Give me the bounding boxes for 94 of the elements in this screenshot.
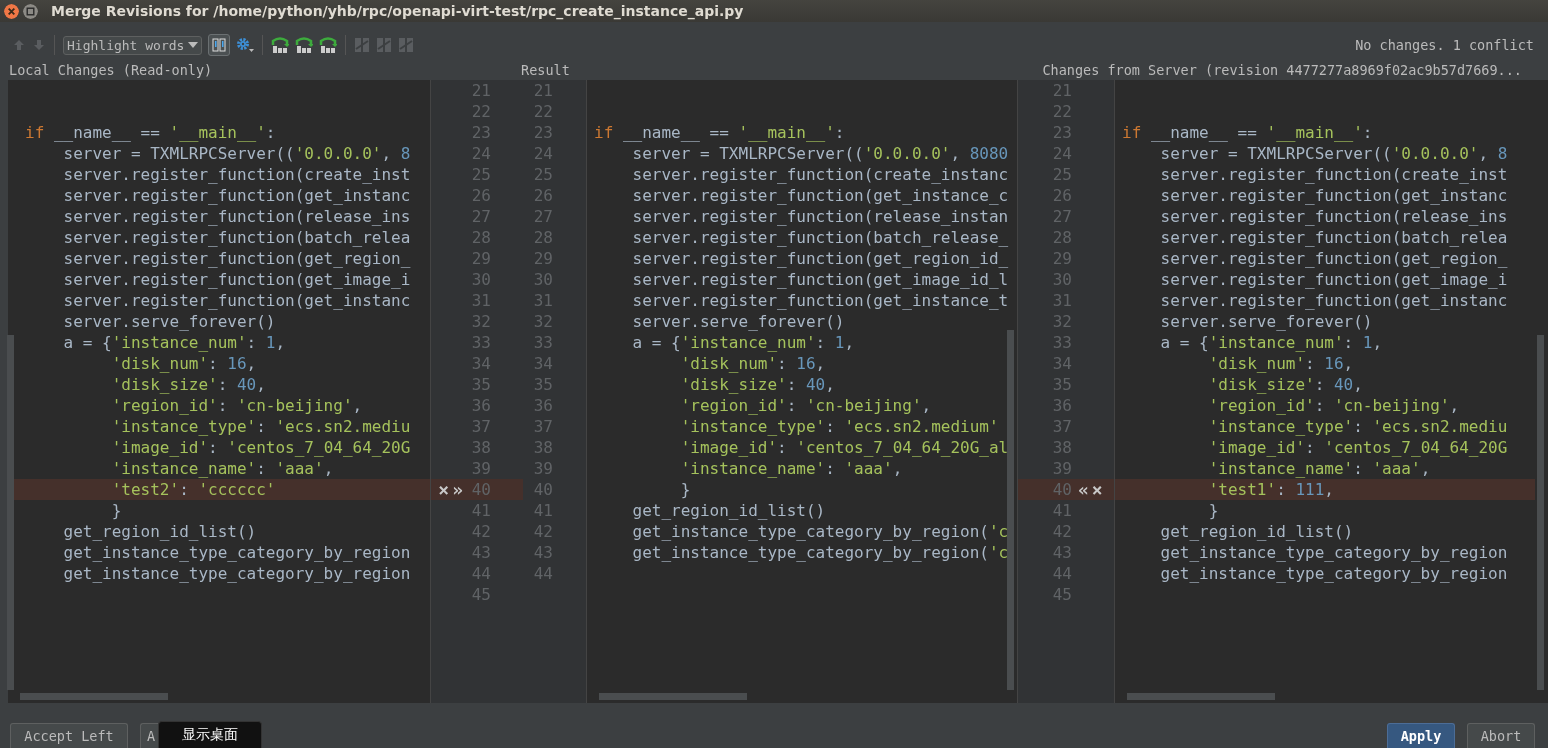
code-line: 'disk_num': 16, — [679, 353, 827, 374]
scrollbar-thumb[interactable] — [1127, 693, 1275, 700]
accept-changes-icon[interactable] — [295, 37, 314, 53]
code-line: server.register_function(get_instanc — [62, 290, 412, 311]
scrollbar-thumb[interactable] — [20, 693, 168, 700]
code-line: server.register_function(release_ins — [1159, 206, 1509, 227]
close-button[interactable] — [4, 3, 19, 19]
conflict-action[interactable]: » — [452, 480, 463, 499]
code-line: 'instance_type': 'ecs.sn2.mediu — [1207, 416, 1509, 437]
accept-button[interactable]: Accept Left — [10, 723, 128, 748]
code-line: server.register_function(get_image_i — [62, 269, 412, 290]
code-line: get_instance_type_category_by_region — [1159, 563, 1509, 584]
code-line: get_instance_type_category_by_region — [62, 542, 412, 563]
code-line: 'image_id': 'centos_7_04_64_20G — [1207, 437, 1509, 458]
code-line: server.register_function(release_ins — [62, 206, 412, 227]
code-line: server = TXMLRPCServer(('0.0.0.0', 8 — [1159, 143, 1509, 164]
scrollbar-thumb[interactable] — [1007, 330, 1014, 690]
code-line: server.register_function(batch_release_ — [631, 227, 1010, 248]
accept-button[interactable]: A — [140, 723, 160, 748]
code-line: get_region_id_list() — [631, 500, 827, 521]
code-line: get_instance_type_category_by_region — [1159, 542, 1509, 563]
accept-changes-icon[interactable] — [271, 37, 290, 53]
code-line: server.register_function(get_instanc — [1159, 185, 1509, 206]
settings-icon[interactable] — [236, 37, 255, 53]
code-line: if __name__ == '__main__': — [593, 122, 846, 143]
highlight-dropdown[interactable]: Highlight words — [63, 35, 203, 55]
code-line: 'instance_name': 'aaa', — [679, 458, 904, 479]
code-line: 'disk_num': 16, — [110, 353, 258, 374]
code-line: server.register_function(create_inst — [62, 164, 412, 185]
code-line: get_region_id_list() — [1159, 521, 1355, 542]
pane-header: Changes from Server (revision 4477277a8969f02ac9b57d7669... — [1042, 62, 1522, 78]
code-line: if __name__ == '__main__': — [24, 122, 277, 143]
code-line: a = {'instance_num': 1, — [1159, 332, 1384, 353]
pane-header: Local Changes (Read-only) — [8, 62, 214, 78]
code-line: 'image_id': 'centos_7_04_64_20G — [110, 437, 412, 458]
code-line: 'region_id': 'cn-beijing', — [110, 395, 364, 416]
code-line: 'region_id': 'cn-beijing', — [1207, 395, 1461, 416]
code-line: a = {'instance_num': 1, — [631, 332, 856, 353]
code-line: 'disk_size': 40, — [1207, 374, 1364, 395]
code-line: 'image_id': 'centos_7_04_64_20G_al — [679, 437, 1010, 458]
code-line: if __name__ == '__main__': — [1121, 122, 1374, 143]
caret-icon — [188, 42, 199, 48]
window-title: Merge Revisions for /home/python/yhb/rpc/openapi-virt-test/rpc_create_instance_api.py — [51, 3, 744, 19]
status-text: No changes. 1 conflict — [1355, 36, 1534, 53]
code-line: } — [679, 479, 692, 500]
code-line: server.serve_forever() — [631, 311, 846, 332]
code-line: server.register_function(get_instanc — [1159, 290, 1509, 311]
abort-button[interactable]: Abort — [1467, 723, 1535, 748]
tooltip: 显示桌面 — [158, 721, 262, 748]
side-by-side-toggle[interactable] — [208, 34, 231, 56]
minimize-button[interactable] — [23, 3, 38, 19]
code-line: server.register_function(get_image_i — [1159, 269, 1509, 290]
code-line: 'disk_size': 40, — [110, 374, 267, 395]
code-line: server.register_function(batch_relea — [1159, 227, 1509, 248]
line-number: 40 — [471, 480, 491, 499]
code-line: 'disk_size': 40, — [679, 374, 836, 395]
conflict-action[interactable]: × — [438, 480, 450, 499]
code-line: server.register_function(get_instanc — [62, 185, 412, 206]
code-line: server.register_function(get_region_ — [1159, 248, 1509, 269]
scrollbar-thumb[interactable] — [1537, 335, 1544, 690]
code-line: server.register_function(batch_relea — [62, 227, 412, 248]
scrollbar-thumb[interactable] — [599, 693, 747, 700]
code-line: 'instance_name': 'aaa', — [1207, 458, 1432, 479]
code-line: server.register_function(get_instance_c — [631, 185, 1010, 206]
code-line: 'instance_type': 'ecs.sn2.mediu — [110, 416, 412, 437]
code-line: server.register_function(release_instan — [631, 206, 1010, 227]
code-line: get_region_id_list() — [62, 521, 258, 542]
scrollbar-thumb[interactable] — [7, 335, 14, 690]
code-line: server.register_function(get_image_id_l — [631, 269, 1010, 290]
accept-changes-icon[interactable] — [319, 37, 338, 53]
code-line: get_instance_type_category_by_region('c — [631, 542, 1010, 563]
line-number: 40 — [1052, 480, 1072, 499]
code-line: server.register_function(get_region_id_ — [631, 248, 1010, 269]
code-line: server.register_function(get_instance_t — [631, 290, 1010, 311]
apply-button[interactable]: Apply — [1387, 723, 1455, 748]
code-line: a = {'instance_num': 1, — [62, 332, 287, 353]
pane-header: Result — [521, 62, 571, 78]
code-line: 'instance_name': 'aaa', — [110, 458, 335, 479]
code-line: 'instance_type': 'ecs.sn2.medium' — [679, 416, 1000, 437]
code-line: server.register_function(create_inst — [1159, 164, 1509, 185]
code-line: server = TXMLRPCServer(('0.0.0.0', 8 — [62, 143, 412, 164]
code-line: server = TXMLRPCServer(('0.0.0.0', 8080 — [631, 143, 1010, 164]
code-line: get_instance_type_category_by_region('c — [631, 521, 1010, 542]
code-line: 'disk_num': 16, — [1207, 353, 1355, 374]
code-line: server.serve_forever() — [62, 311, 277, 332]
conflict-action[interactable]: « — [1078, 480, 1089, 499]
code-line: get_instance_type_category_by_region — [62, 563, 412, 584]
code-line: server.register_function(get_region_ — [62, 248, 412, 269]
code-line: } — [110, 500, 123, 521]
code-line: server.register_function(create_instanc — [631, 164, 1010, 185]
code-line: server.serve_forever() — [1159, 311, 1374, 332]
code-line: 'region_id': 'cn-beijing', — [679, 395, 933, 416]
conflict-action[interactable]: × — [1091, 480, 1103, 499]
code-line: } — [1207, 500, 1220, 521]
